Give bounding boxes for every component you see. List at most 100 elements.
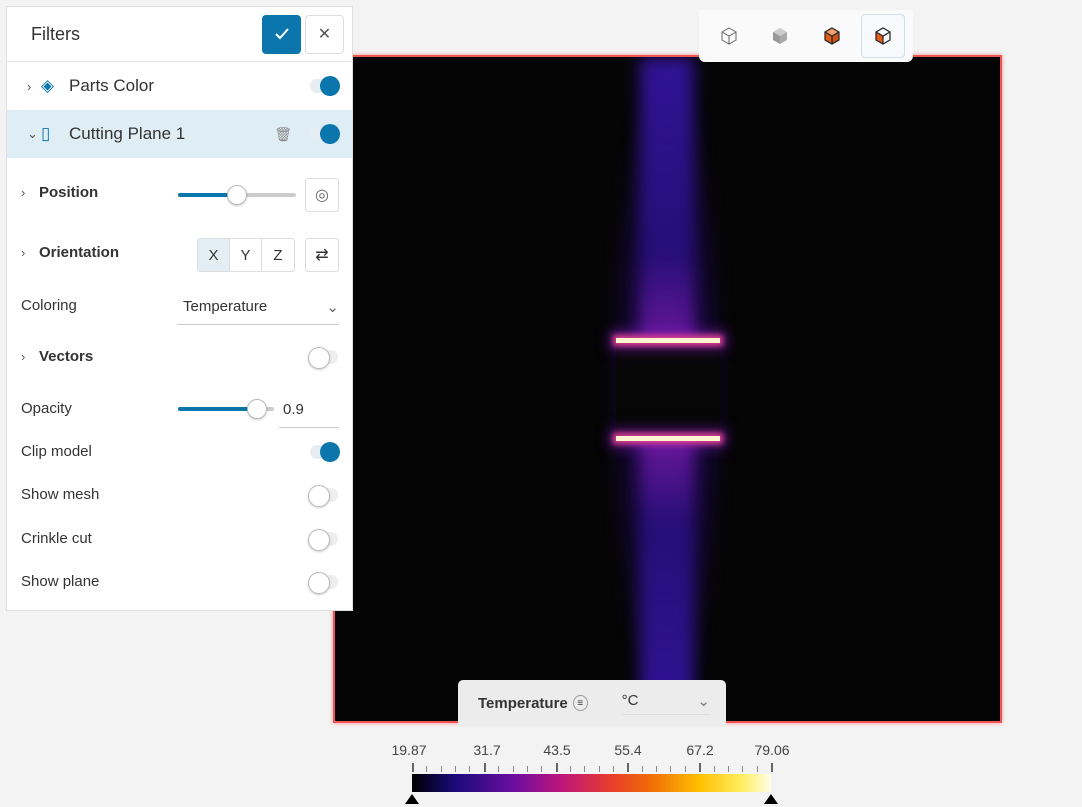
colorbar (412, 774, 771, 792)
orientation-z[interactable]: Z (262, 239, 294, 271)
crinkle-cut-label: Crinkle cut (21, 530, 92, 547)
crinkle-cut-toggle[interactable] (308, 528, 338, 551)
swap-icon: ⇄ (315, 247, 329, 264)
filters-panel: Filters ✕ › ◈ Parts Color ⌄ ▯ Cutting Pl… (6, 6, 353, 611)
colorbar-tick (641, 766, 643, 772)
coloring-label: Coloring (21, 297, 77, 314)
colorbar-tick (569, 766, 571, 772)
show-plane-toggle[interactable] (308, 571, 338, 594)
colorbar-tick (426, 766, 428, 772)
colorbar-tick (699, 763, 702, 772)
colorbar-tick (412, 763, 414, 772)
tick-label: 43.5 (543, 742, 571, 758)
model-block (616, 342, 720, 440)
heated-plate-top (616, 338, 720, 343)
colorbar-tick (455, 766, 457, 772)
colorbar-tick (541, 766, 543, 772)
check-icon (274, 28, 289, 40)
filter-item-parts-color[interactable]: › ◈ Parts Color (7, 62, 352, 110)
clip-model-label: Clip model (21, 443, 92, 460)
transparent-view-button[interactable] (861, 14, 906, 58)
colorbar-tick (440, 766, 442, 772)
colorbar-tick (483, 763, 486, 772)
unit-dropdown[interactable]: °C ⌄ (621, 692, 710, 715)
clip-model-toggle[interactable] (310, 441, 340, 462)
heated-plate-bottom (616, 436, 720, 441)
colorbar-tick (656, 766, 658, 772)
orientation-label: Orientation (39, 244, 120, 261)
colorbar-tick (670, 766, 672, 772)
filter-label: Cutting Plane 1 (69, 124, 186, 143)
cutting-plane-toggle[interactable] (310, 124, 340, 144)
colorbar-tick (598, 766, 600, 772)
max-handle[interactable] (764, 794, 778, 804)
colorbar-tick (771, 763, 773, 772)
colorbar-tick (742, 766, 744, 772)
show-plane-label: Show plane (21, 573, 100, 590)
trash-icon[interactable]: 🗑 (274, 126, 292, 143)
orientation-x[interactable]: X (198, 239, 230, 271)
opacity-label: Opacity (21, 400, 72, 417)
tick-label: 31.7 (473, 742, 501, 758)
colorbar-tick (469, 766, 471, 772)
chevron-right-icon[interactable]: › (21, 245, 33, 260)
legend-header: Temperature ≡ °C ⌄ (458, 680, 726, 726)
solid-edges-view-button[interactable] (810, 14, 854, 58)
colorbar-tick (713, 766, 715, 772)
target-icon: ◎ (315, 187, 329, 204)
chevron-down-icon: ⌄ (697, 692, 710, 710)
colorbar-tick (727, 766, 729, 772)
panel-title: Filters (31, 23, 80, 44)
chevron-right-icon[interactable]: › (21, 185, 33, 200)
show-mesh-toggle[interactable] (308, 484, 338, 507)
show-mesh-label: Show mesh (21, 486, 100, 503)
tick-label: 55.4 (614, 742, 642, 758)
position-label: Position (39, 184, 99, 201)
colorbar-tick (498, 766, 500, 772)
cutting-plane-icon: ▯ (41, 124, 51, 143)
3d-viewport[interactable] (333, 55, 1002, 723)
center-position-button[interactable]: ◎ (305, 178, 339, 212)
solid-view-button[interactable] (758, 14, 802, 58)
tick-label[interactable]: 79.06 (754, 742, 789, 758)
chevron-down-icon[interactable]: ⌄ (27, 126, 39, 142)
parts-color-toggle[interactable] (310, 76, 340, 96)
orientation-selector: X Y Z (197, 238, 295, 272)
opacity-input[interactable]: 0.9 (279, 395, 339, 428)
colorbar-tick (526, 766, 528, 772)
coloring-dropdown[interactable]: Temperature ⌄ (177, 289, 339, 325)
legend-menu-icon[interactable]: ≡ (572, 695, 588, 711)
confirm-button[interactable] (262, 14, 301, 54)
wireframe-view-button[interactable] (707, 14, 751, 58)
vectors-label: Vectors (39, 348, 94, 365)
half-orange-cube-icon (875, 27, 891, 45)
chevron-right-icon[interactable]: › (21, 349, 33, 364)
opacity-slider[interactable] (178, 399, 274, 419)
paint-bucket-icon: ◈ (41, 76, 55, 95)
colorbar-tick (512, 766, 514, 772)
legend-title: Temperature (478, 694, 568, 712)
close-button[interactable]: ✕ (305, 14, 344, 54)
orange-cube-icon (824, 27, 840, 45)
tick-label[interactable]: 19.87 (391, 742, 426, 758)
colorbar-tick (627, 763, 630, 772)
chevron-down-icon: ⌄ (326, 298, 339, 316)
filter-label: Parts Color (69, 76, 155, 95)
orientation-y[interactable]: Y (230, 239, 262, 271)
position-slider[interactable] (178, 185, 296, 205)
wireframe-cube-icon (721, 27, 737, 45)
flip-orientation-button[interactable]: ⇄ (305, 238, 339, 272)
colorbar-tick (555, 763, 558, 772)
chevron-right-icon[interactable]: › (27, 79, 39, 94)
close-icon: ✕ (317, 26, 332, 43)
solid-cube-icon (773, 28, 788, 44)
filter-item-cutting-plane[interactable]: ⌄ ▯ Cutting Plane 1 🗑 (7, 110, 352, 158)
colorbar-tick (684, 766, 686, 772)
coloring-value: Temperature (183, 298, 268, 315)
vectors-toggle[interactable] (308, 346, 338, 369)
colorbar-tick (584, 766, 586, 772)
colorbar-tick (756, 766, 758, 772)
colorbar-tick (613, 766, 615, 772)
min-handle[interactable] (405, 794, 419, 804)
tick-label: 67.2 (686, 742, 714, 758)
